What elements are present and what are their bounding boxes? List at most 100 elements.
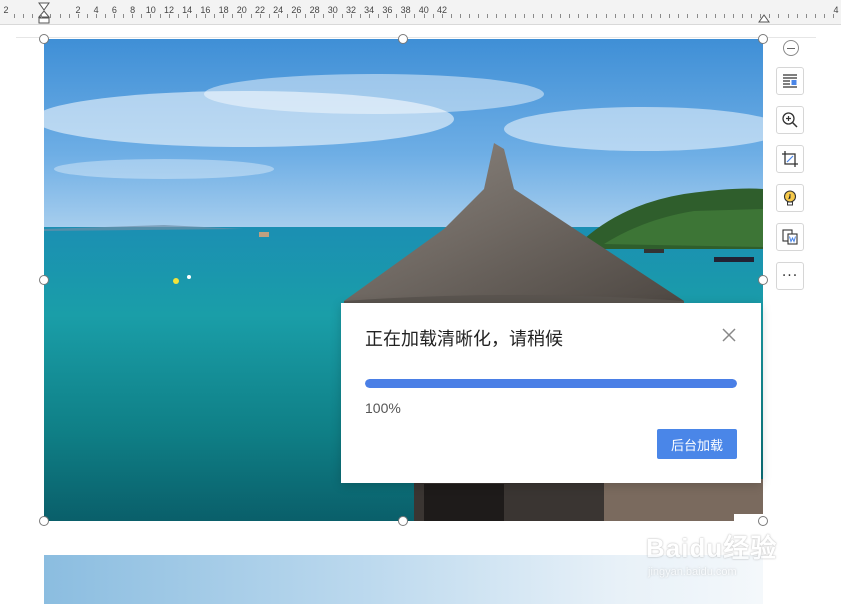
zoom-in-button[interactable] bbox=[776, 106, 804, 134]
ruler-tick bbox=[351, 14, 352, 18]
ruler-tick bbox=[433, 14, 434, 18]
ruler-tick bbox=[205, 14, 206, 18]
ruler-tick bbox=[369, 14, 370, 18]
ruler-tick bbox=[742, 14, 743, 18]
resize-handle-bottom-left[interactable] bbox=[39, 516, 49, 526]
ruler-tick bbox=[50, 14, 51, 18]
ruler-tick bbox=[760, 14, 761, 18]
resize-handle-top-right[interactable] bbox=[758, 34, 768, 44]
image-to-word-button[interactable] bbox=[776, 223, 804, 251]
ruler-tick bbox=[460, 14, 461, 18]
ruler-tick bbox=[32, 14, 33, 18]
ruler-tick bbox=[414, 14, 415, 18]
collapse-toolbar-button[interactable] bbox=[783, 40, 799, 56]
watermark-url: jingyan.baidu.com bbox=[648, 566, 737, 578]
ruler-tick bbox=[806, 14, 807, 18]
ruler-tick bbox=[223, 14, 224, 18]
watermark-brand: Baidu经验 bbox=[646, 533, 778, 563]
ruler-number: 2 bbox=[3, 5, 9, 15]
ruler-tick bbox=[524, 14, 525, 18]
ruler-tick bbox=[715, 14, 716, 18]
ruler-tick bbox=[96, 14, 97, 18]
ruler-tick bbox=[305, 14, 306, 18]
ruler-tick bbox=[333, 14, 334, 18]
ruler-tick bbox=[569, 14, 570, 18]
ruler-tick bbox=[815, 14, 816, 18]
ruler-tick bbox=[396, 14, 397, 18]
ruler-tick bbox=[678, 14, 679, 18]
minus-icon bbox=[787, 47, 795, 49]
sharpen-loading-dialog: 正在加载清晰化，请稍候 100% 后台加载 bbox=[341, 303, 761, 483]
ruler-tick bbox=[669, 14, 670, 18]
ruler-tick bbox=[697, 14, 698, 18]
text-wrap-icon bbox=[783, 74, 797, 88]
close-button[interactable] bbox=[721, 327, 737, 343]
ruler-tick bbox=[187, 14, 188, 18]
ruler-tick bbox=[487, 14, 488, 18]
smart-lightbulb-button[interactable] bbox=[776, 184, 804, 212]
ruler-tick bbox=[578, 14, 579, 18]
ruler-tick bbox=[69, 14, 70, 18]
horizontal-ruler[interactable]: 2 2 4 6 8 10 12 14 16 18 20 22 24 26 28 30 32 34 36 38 40 42 4 bbox=[0, 0, 841, 25]
dialog-title: 正在加载清晰化，请稍候 bbox=[365, 329, 563, 350]
resize-handle-bottom-right[interactable] bbox=[758, 516, 768, 526]
ruler-tick bbox=[342, 14, 343, 18]
ruler-tick bbox=[150, 14, 151, 18]
ruler-tick bbox=[296, 14, 297, 18]
baidu-watermark: Baidu经验 jingyan.baidu.com bbox=[646, 528, 796, 588]
more-icon: ··· bbox=[781, 268, 799, 284]
progress-fill bbox=[365, 379, 737, 388]
more-button[interactable]: ··· bbox=[776, 262, 804, 290]
ruler-tick bbox=[123, 14, 124, 18]
ruler-tick bbox=[542, 14, 543, 18]
ruler-tick bbox=[78, 14, 79, 18]
resize-handle-right[interactable] bbox=[758, 275, 768, 285]
ruler-tick bbox=[706, 14, 707, 18]
ruler-tick bbox=[824, 14, 825, 18]
ruler-tick bbox=[14, 14, 15, 18]
ruler-tick bbox=[687, 14, 688, 18]
ruler-tick bbox=[751, 14, 752, 18]
ruler-tick bbox=[505, 14, 506, 18]
ruler-tick bbox=[615, 14, 616, 18]
ruler-tick bbox=[733, 14, 734, 18]
ruler-tick bbox=[178, 14, 179, 18]
resize-handle-left[interactable] bbox=[39, 275, 49, 285]
ruler-tick bbox=[105, 14, 106, 18]
ruler-tick bbox=[642, 14, 643, 18]
progress-bar bbox=[365, 379, 737, 388]
background-load-button[interactable]: 后台加载 bbox=[657, 429, 737, 459]
page-top-border bbox=[16, 37, 816, 38]
ruler-tick bbox=[269, 14, 270, 18]
ruler-tick bbox=[624, 14, 625, 18]
ruler-tick bbox=[606, 14, 607, 18]
ruler-tick bbox=[169, 14, 170, 18]
ruler-tick bbox=[87, 14, 88, 18]
ruler-tick bbox=[141, 14, 142, 18]
ruler-tick bbox=[551, 14, 552, 18]
ruler-tick bbox=[596, 14, 597, 18]
ruler-tick bbox=[60, 14, 61, 18]
ruler-tick bbox=[23, 14, 24, 18]
progress-percent: 100% bbox=[365, 400, 401, 416]
ruler-tick bbox=[442, 14, 443, 18]
resize-handle-top-left[interactable] bbox=[39, 34, 49, 44]
ruler-tick bbox=[260, 14, 261, 18]
ruler-tick bbox=[587, 14, 588, 18]
ruler-tick bbox=[478, 14, 479, 18]
ruler-tick bbox=[232, 14, 233, 18]
text-wrap-button[interactable] bbox=[776, 67, 804, 95]
ruler-tick bbox=[196, 14, 197, 18]
resize-handle-bottom[interactable] bbox=[398, 516, 408, 526]
ruler-tick bbox=[496, 14, 497, 18]
ruler-tick bbox=[515, 14, 516, 18]
ruler-tick bbox=[778, 14, 779, 18]
resize-handle-top[interactable] bbox=[398, 34, 408, 44]
crop-button[interactable] bbox=[776, 145, 804, 173]
ruler-tick bbox=[724, 14, 725, 18]
ruler-tick bbox=[378, 14, 379, 18]
ruler-tick bbox=[214, 14, 215, 18]
ruler-tick bbox=[797, 14, 798, 18]
ruler-tick bbox=[314, 14, 315, 18]
zoom-in-icon bbox=[782, 112, 798, 128]
